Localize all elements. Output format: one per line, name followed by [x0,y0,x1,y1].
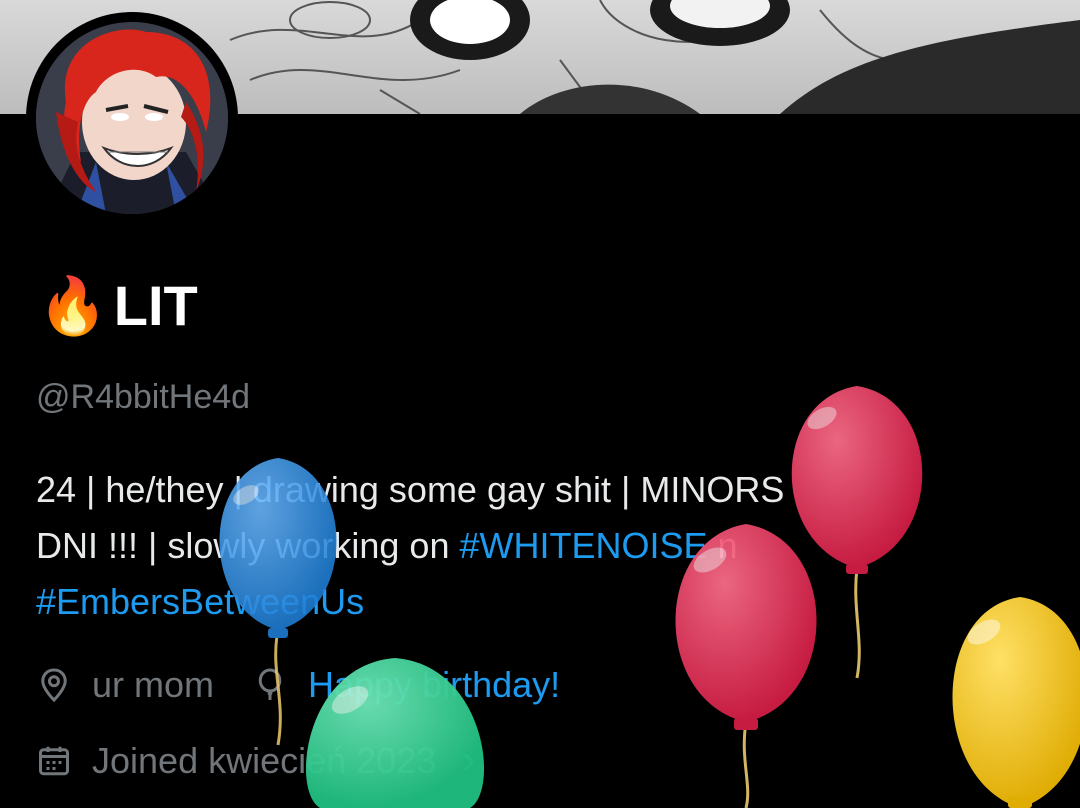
calendar-icon [39,746,69,775]
location-pin-icon [41,668,67,703]
chevron-right-icon[interactable]: › [462,738,475,783]
profile-avatar[interactable] [26,12,238,224]
bio-line-2-prefix: DNI !!! | slowly working on [36,525,460,566]
profile-bio: 24 | he/they | drawing some gay shit | M… [36,462,1036,630]
profile-meta-row-1: ur mom Happy birthday! [36,664,560,706]
display-name: 🔥 LIT [38,278,198,334]
user-handle: @R4bbitHe4d [36,378,251,416]
joined-text: Joined kwiecień 2023 [92,739,437,781]
avatar-image [36,22,228,214]
location-item: ur mom [36,664,214,706]
location-text: ur mom [92,664,215,705]
birthday-text[interactable]: Happy birthday! [308,664,560,706]
hashtag-whitenoise[interactable]: #WHITENOISE [459,525,707,566]
birthday-item: Happy birthday! [252,664,560,706]
profile-meta-row-2[interactable]: Joined kwiecień 2023 › [36,738,476,783]
bio-line-1: 24 | he/they | drawing some gay shit | M… [36,469,785,510]
hashtag-embers-between-us[interactable]: #EmbersBetweenUs [36,581,364,622]
display-name-text: LIT [113,274,198,337]
bio-line-2-suffix: n [707,525,738,566]
joined-item[interactable]: Joined kwiecień 2023 › [36,738,476,783]
balloon-icon [258,668,282,700]
fire-emoji: 🔥 [38,274,108,337]
